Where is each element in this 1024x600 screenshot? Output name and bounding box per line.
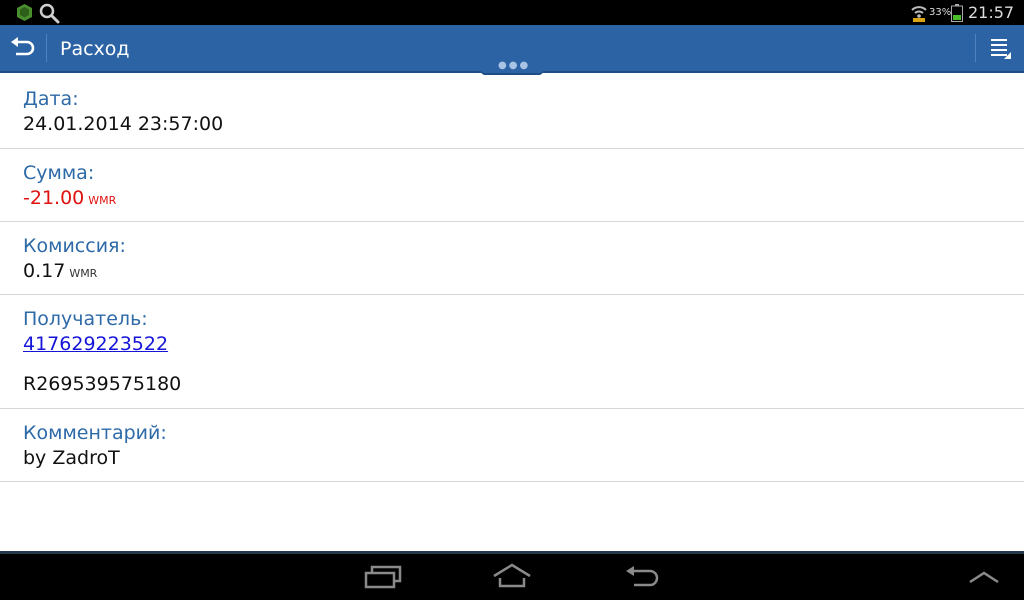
system-nav-bar [0, 554, 1024, 600]
collapse-up-button[interactable] [962, 554, 1024, 600]
recent-apps-icon [364, 565, 402, 589]
handle-dots-icon: ●●● [498, 60, 531, 71]
fee-field: Комиссия: 0.17 WMR [0, 222, 1024, 295]
menu-list-icon [991, 39, 1011, 59]
date-field: Дата: 24.01.2014 23:57:00 [0, 75, 1024, 149]
back-arrow-icon [11, 37, 35, 56]
menu-button[interactable] [976, 25, 1024, 71]
comment-value: by ZadroT [23, 447, 120, 469]
action-bar-divider [46, 34, 47, 62]
transaction-details: Дата: 24.01.2014 23:57:00 Сумма: -21.00 W… [0, 75, 1024, 482]
status-bar: 33% 21:57 [0, 0, 1024, 25]
back-button[interactable] [620, 554, 690, 600]
battery-icon [951, 4, 963, 22]
fee-unit: WMR [69, 267, 98, 280]
recent-apps-button[interactable] [360, 554, 430, 600]
sum-value: -21.00 [23, 187, 85, 209]
pull-down-handle[interactable]: ●●● [481, 58, 543, 75]
collapse-up-icon [969, 571, 999, 584]
sum-field: Сумма: -21.00 WMR [0, 149, 1024, 222]
up-button[interactable] [0, 25, 46, 71]
wifi-icon [911, 6, 927, 22]
fee-label: Комиссия: [23, 235, 126, 257]
status-clock: 21:57 [968, 3, 1015, 22]
date-label: Дата: [23, 88, 79, 110]
date-value: 24.01.2014 23:57:00 [23, 113, 224, 135]
comment-label: Комментарий: [23, 422, 167, 444]
recipient-wmid-link[interactable]: 417629223522 [23, 331, 168, 357]
comment-field: Комментарий: by ZadroT [0, 409, 1024, 482]
recipient-label: Получатель: [23, 308, 148, 330]
sum-unit: WMR [88, 194, 117, 207]
page-title: Расход [60, 38, 130, 60]
fee-value: 0.17 [23, 260, 66, 282]
app-icon [17, 4, 32, 21]
search-icon [39, 3, 60, 24]
recipient-field: Получатель: 417629223522 R269539575180 [0, 295, 1024, 409]
recipient-purse: R269539575180 [23, 373, 182, 395]
back-icon [626, 566, 659, 587]
sum-value-row: -21.00 WMR [23, 185, 1024, 214]
sum-label: Сумма: [23, 162, 95, 184]
battery-percent: 33% [929, 7, 952, 18]
home-icon [493, 563, 531, 588]
fee-value-row: 0.17 WMR [23, 258, 1024, 287]
home-button[interactable] [490, 554, 560, 600]
